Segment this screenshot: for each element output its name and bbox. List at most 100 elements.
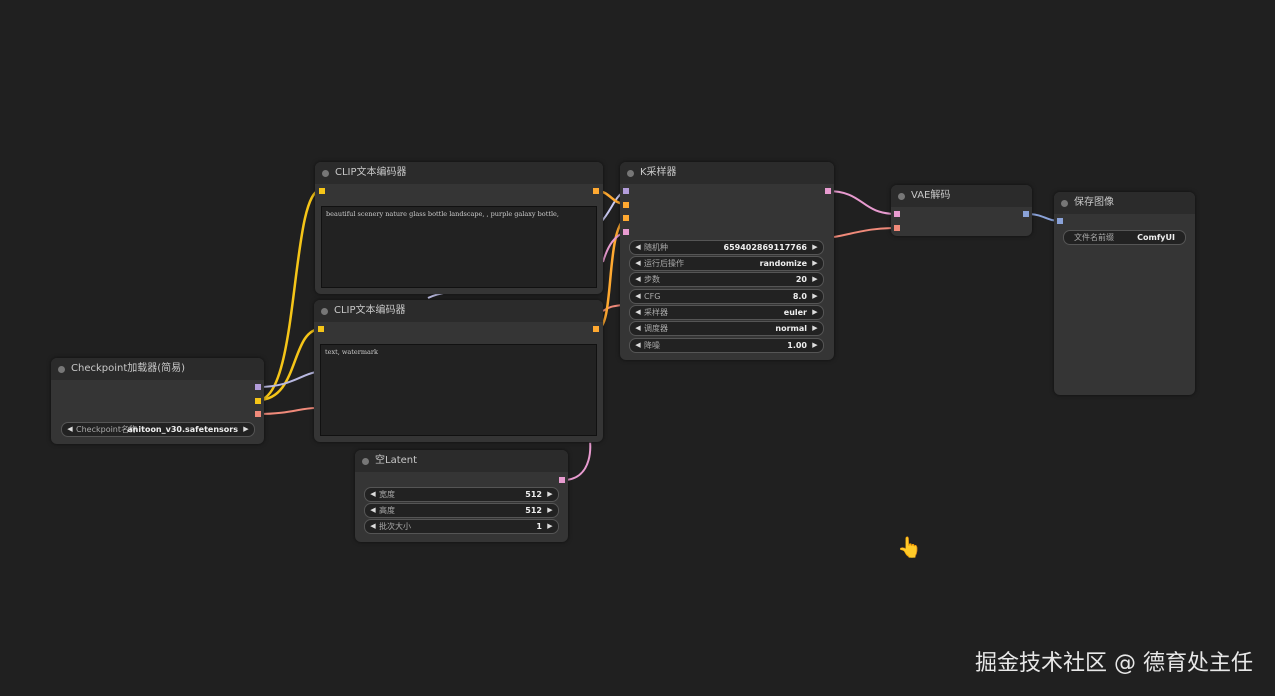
node-title-bar[interactable]: 保存图像 (1054, 192, 1195, 214)
conditioning-output-slot[interactable] (593, 188, 599, 194)
collapse-dot-icon[interactable] (898, 193, 905, 200)
decrement-arrow-icon[interactable]: ◀ (633, 306, 643, 319)
conditioning-output-slot[interactable] (593, 326, 599, 332)
increment-arrow-icon[interactable]: ▶ (545, 520, 555, 533)
increment-arrow-icon[interactable]: ▶ (810, 290, 820, 303)
increment-arrow-icon[interactable]: ▶ (810, 306, 820, 319)
widget-value: 1 (536, 522, 542, 531)
filename-prefix-widget[interactable]: 文件名前缀 ComfyUI (1063, 230, 1186, 245)
increment-arrow-icon[interactable]: ▶ (810, 257, 820, 270)
collapse-dot-icon[interactable] (362, 458, 369, 465)
vae-decode-node[interactable]: VAE解码 (891, 185, 1032, 236)
decrement-arrow-icon[interactable]: ◀ (633, 339, 643, 352)
hand-pointer-cursor-icon: 👆 (897, 535, 922, 559)
model-input-slot[interactable] (623, 188, 629, 194)
node-title: CLIP文本编码器 (334, 305, 406, 316)
decrement-arrow-icon[interactable]: ◀ (633, 322, 643, 335)
node-title: Checkpoint加载器(简易) (71, 363, 186, 374)
control-after-generate-widget[interactable]: ◀ 运行后操作 randomize ▶ (629, 256, 824, 271)
decrement-arrow-icon[interactable]: ◀ (633, 273, 643, 286)
checkpoint-name-combo[interactable]: ◀ Checkpoint名称 anitoon_v30.safetensors ▶ (61, 422, 255, 437)
node-title: VAE解码 (911, 190, 951, 201)
decrement-arrow-icon[interactable]: ◀ (633, 257, 643, 270)
save-image-node[interactable]: 保存图像 文件名前缀 ComfyUI (1054, 192, 1195, 395)
increment-arrow-icon[interactable]: ▶ (810, 322, 820, 335)
increment-arrow-icon[interactable]: ▶ (241, 423, 251, 436)
wire-vae-to-decoder (257, 407, 317, 415)
widget-value: normal (775, 324, 807, 333)
node-title-bar[interactable]: CLIP文本编码器 (315, 162, 603, 184)
sampler-widget[interactable]: ◀ 采样器 euler ▶ (629, 305, 824, 320)
image-output-slot[interactable] (1023, 211, 1029, 217)
widget-value: 659402869117766 (723, 243, 808, 252)
node-title: CLIP文本编码器 (335, 167, 407, 178)
images-input-slot[interactable] (1057, 218, 1063, 224)
clip-text-encoder-positive-node[interactable]: CLIP文本编码器 beautiful scenery nature glass… (315, 162, 603, 294)
wire-samples-to-decoder (826, 190, 898, 215)
widget-value: ComfyUI (1137, 233, 1175, 242)
widget-label: 批次大小 (379, 522, 411, 531)
samples-input-slot[interactable] (894, 211, 900, 217)
clip-input-slot[interactable] (319, 188, 325, 194)
clip-output-slot[interactable] (255, 398, 261, 404)
widget-label: CFG (644, 292, 661, 301)
scheduler-widget[interactable]: ◀ 调度器 normal ▶ (629, 321, 824, 336)
decrement-arrow-icon[interactable]: ◀ (633, 290, 643, 303)
widget-label: 采样器 (644, 308, 668, 317)
node-title-bar[interactable]: Checkpoint加载器(简易) (51, 358, 264, 380)
widget-value: 512 (525, 490, 542, 499)
wire-clip-to-negative-encoder (257, 327, 322, 402)
decrement-arrow-icon[interactable]: ◀ (368, 504, 378, 517)
model-output-slot[interactable] (255, 384, 261, 390)
collapse-dot-icon[interactable] (1061, 200, 1068, 207)
widget-label: 运行后操作 (644, 259, 684, 268)
widget-label: 高度 (379, 506, 395, 515)
increment-arrow-icon[interactable]: ▶ (810, 273, 820, 286)
vae-output-slot[interactable] (255, 411, 261, 417)
checkpoint-loader-node[interactable]: Checkpoint加载器(简易) ◀ Checkpoint名称 anitoon… (51, 358, 264, 444)
empty-latent-node[interactable]: 空Latent ◀ 宽度 512 ▶ ◀ 高度 512 ▶ ◀ 批次大小 1 ▶ (355, 450, 568, 542)
prompt-textarea[interactable]: text, watermark (320, 344, 597, 436)
latent-output-slot[interactable] (825, 188, 831, 194)
wire-clip-to-positive-encoder (257, 188, 322, 402)
widget-value: 512 (525, 506, 542, 515)
decrement-arrow-icon[interactable]: ◀ (368, 488, 378, 501)
widget-label: 文件名前缀 (1074, 233, 1114, 242)
decrement-arrow-icon[interactable]: ◀ (633, 241, 643, 254)
increment-arrow-icon[interactable]: ▶ (810, 241, 820, 254)
seed-widget[interactable]: ◀ 随机种 659402869117766 ▶ (629, 240, 824, 255)
ksampler-node[interactable]: K采样器 ◀ 随机种 659402869117766 ▶ ◀ 运行后操作 ran… (620, 162, 834, 360)
widget-label: 调度器 (644, 324, 668, 333)
node-title-bar[interactable]: 空Latent (355, 450, 568, 472)
denoise-widget[interactable]: ◀ 降噪 1.00 ▶ (629, 338, 824, 353)
height-widget[interactable]: ◀ 高度 512 ▶ (364, 503, 559, 518)
node-graph-canvas[interactable]: CLIP文本编码器 beautiful scenery nature glass… (0, 0, 1275, 696)
increment-arrow-icon[interactable]: ▶ (545, 504, 555, 517)
node-title-bar[interactable]: CLIP文本编码器 (314, 300, 603, 322)
collapse-dot-icon[interactable] (322, 170, 329, 177)
widget-label: 步数 (644, 275, 660, 284)
latent-output-slot[interactable] (559, 477, 565, 483)
cfg-widget[interactable]: ◀ CFG 8.0 ▶ (629, 289, 824, 304)
vae-input-slot[interactable] (894, 225, 900, 231)
decrement-arrow-icon[interactable]: ◀ (65, 423, 75, 436)
increment-arrow-icon[interactable]: ▶ (545, 488, 555, 501)
node-title-bar[interactable]: VAE解码 (891, 185, 1032, 207)
widget-value: euler (783, 308, 807, 317)
positive-input-slot[interactable] (623, 202, 629, 208)
prompt-textarea[interactable]: beautiful scenery nature glass bottle la… (321, 206, 597, 288)
negative-input-slot[interactable] (623, 215, 629, 221)
decrement-arrow-icon[interactable]: ◀ (368, 520, 378, 533)
width-widget[interactable]: ◀ 宽度 512 ▶ (364, 487, 559, 502)
increment-arrow-icon[interactable]: ▶ (810, 339, 820, 352)
clip-input-slot[interactable] (318, 326, 324, 332)
node-title-bar[interactable]: K采样器 (620, 162, 834, 184)
clip-text-encoder-negative-node[interactable]: CLIP文本编码器 text, watermark (314, 300, 603, 442)
steps-widget[interactable]: ◀ 步数 20 ▶ (629, 272, 824, 287)
widget-value: anitoon_v30.safetensors (127, 425, 238, 434)
collapse-dot-icon[interactable] (627, 170, 634, 177)
collapse-dot-icon[interactable] (321, 308, 328, 315)
batch-size-widget[interactable]: ◀ 批次大小 1 ▶ (364, 519, 559, 534)
latent-input-slot[interactable] (623, 229, 629, 235)
collapse-dot-icon[interactable] (58, 366, 65, 373)
